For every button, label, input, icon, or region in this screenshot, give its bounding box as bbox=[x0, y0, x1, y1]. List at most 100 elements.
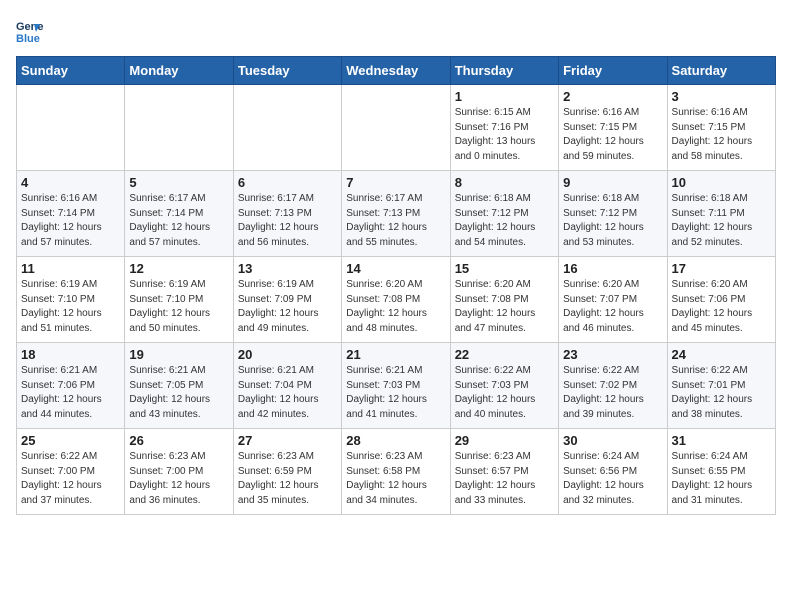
svg-text:General: General bbox=[16, 21, 44, 33]
logo-icon: General Blue bbox=[16, 16, 44, 44]
day-info: Sunrise: 6:19 AM Sunset: 7:10 PM Dayligh… bbox=[21, 278, 120, 336]
page-header: General Blue bbox=[16, 16, 776, 44]
logo: General Blue bbox=[16, 16, 48, 44]
day-info: Sunrise: 6:17 AM Sunset: 7:14 PM Dayligh… bbox=[129, 192, 228, 250]
day-info: Sunrise: 6:23 AM Sunset: 6:59 PM Dayligh… bbox=[238, 450, 337, 508]
header-day: Monday bbox=[125, 57, 233, 85]
calendar-table: SundayMondayTuesdayWednesdayThursdayFrid… bbox=[16, 56, 776, 515]
day-number: 21 bbox=[346, 347, 445, 362]
day-number: 9 bbox=[563, 175, 662, 190]
day-number: 1 bbox=[455, 89, 554, 104]
day-number: 20 bbox=[238, 347, 337, 362]
day-info: Sunrise: 6:23 AM Sunset: 6:58 PM Dayligh… bbox=[346, 450, 445, 508]
day-number: 29 bbox=[455, 433, 554, 448]
day-number: 31 bbox=[672, 433, 771, 448]
header-day: Thursday bbox=[450, 57, 558, 85]
day-number: 8 bbox=[455, 175, 554, 190]
calendar-cell: 24 Sunrise: 6:22 AM Sunset: 7:01 PM Dayli… bbox=[667, 343, 775, 429]
day-info: Sunrise: 6:20 AM Sunset: 7:08 PM Dayligh… bbox=[346, 278, 445, 336]
calendar-cell: 19 Sunrise: 6:21 AM Sunset: 7:05 PM Dayli… bbox=[125, 343, 233, 429]
day-number: 26 bbox=[129, 433, 228, 448]
calendar-cell: 10Sunrise: 6:18 AM Sunset: 7:11 PM Dayli… bbox=[667, 171, 775, 257]
calendar-cell: 3Sunrise: 6:16 AM Sunset: 7:15 PM Daylig… bbox=[667, 85, 775, 171]
day-info: Sunrise: 6:15 AM Sunset: 7:16 PM Dayligh… bbox=[455, 106, 554, 164]
day-info: Sunrise: 6:22 AM Sunset: 7:00 PM Dayligh… bbox=[21, 450, 120, 508]
day-info: Sunrise: 6:19 AM Sunset: 7:09 PM Dayligh… bbox=[238, 278, 337, 336]
day-number: 23 bbox=[563, 347, 662, 362]
day-number: 2 bbox=[563, 89, 662, 104]
calendar-cell: 28 Sunrise: 6:23 AM Sunset: 6:58 PM Dayli… bbox=[342, 429, 450, 515]
calendar-week-row: 4 Sunrise: 6:16 AM Sunset: 7:14 PM Daylig… bbox=[17, 171, 776, 257]
calendar-cell bbox=[17, 85, 125, 171]
day-number: 16 bbox=[563, 261, 662, 276]
day-info: Sunrise: 6:22 AM Sunset: 7:03 PM Dayligh… bbox=[455, 364, 554, 422]
day-number: 4 bbox=[21, 175, 120, 190]
calendar-cell: 16Sunrise: 6:20 AM Sunset: 7:07 PM Dayli… bbox=[559, 257, 667, 343]
day-info: Sunrise: 6:17 AM Sunset: 7:13 PM Dayligh… bbox=[238, 192, 337, 250]
day-info: Sunrise: 6:18 AM Sunset: 7:12 PM Dayligh… bbox=[455, 192, 554, 250]
calendar-cell: 5 Sunrise: 6:17 AM Sunset: 7:14 PM Daylig… bbox=[125, 171, 233, 257]
calendar-cell: 14 Sunrise: 6:20 AM Sunset: 7:08 PM Dayli… bbox=[342, 257, 450, 343]
calendar-cell: 27 Sunrise: 6:23 AM Sunset: 6:59 PM Dayli… bbox=[233, 429, 341, 515]
day-number: 10 bbox=[672, 175, 771, 190]
calendar-week-row: 11 Sunrise: 6:19 AM Sunset: 7:10 PM Dayli… bbox=[17, 257, 776, 343]
calendar-week-row: 1 Sunrise: 6:15 AM Sunset: 7:16 PM Daylig… bbox=[17, 85, 776, 171]
day-info: Sunrise: 6:22 AM Sunset: 7:01 PM Dayligh… bbox=[672, 364, 771, 422]
svg-text:Blue: Blue bbox=[16, 33, 40, 44]
day-number: 5 bbox=[129, 175, 228, 190]
calendar-cell bbox=[233, 85, 341, 171]
calendar-cell bbox=[125, 85, 233, 171]
day-number: 30 bbox=[563, 433, 662, 448]
day-info: Sunrise: 6:16 AM Sunset: 7:15 PM Dayligh… bbox=[563, 106, 662, 164]
calendar-cell bbox=[342, 85, 450, 171]
header-day: Wednesday bbox=[342, 57, 450, 85]
day-number: 17 bbox=[672, 261, 771, 276]
calendar-cell: 8 Sunrise: 6:18 AM Sunset: 7:12 PM Daylig… bbox=[450, 171, 558, 257]
day-info: Sunrise: 6:17 AM Sunset: 7:13 PM Dayligh… bbox=[346, 192, 445, 250]
calendar-cell: 1 Sunrise: 6:15 AM Sunset: 7:16 PM Daylig… bbox=[450, 85, 558, 171]
day-number: 19 bbox=[129, 347, 228, 362]
day-number: 18 bbox=[21, 347, 120, 362]
day-info: Sunrise: 6:18 AM Sunset: 7:12 PM Dayligh… bbox=[563, 192, 662, 250]
calendar-cell: 6 Sunrise: 6:17 AM Sunset: 7:13 PM Daylig… bbox=[233, 171, 341, 257]
header-row: SundayMondayTuesdayWednesdayThursdayFrid… bbox=[17, 57, 776, 85]
day-number: 11 bbox=[21, 261, 120, 276]
day-number: 7 bbox=[346, 175, 445, 190]
day-info: Sunrise: 6:21 AM Sunset: 7:03 PM Dayligh… bbox=[346, 364, 445, 422]
calendar-cell: 29 Sunrise: 6:23 AM Sunset: 6:57 PM Dayli… bbox=[450, 429, 558, 515]
header-day: Saturday bbox=[667, 57, 775, 85]
header-day: Tuesday bbox=[233, 57, 341, 85]
day-number: 28 bbox=[346, 433, 445, 448]
day-number: 24 bbox=[672, 347, 771, 362]
calendar-cell: 31 Sunrise: 6:24 AM Sunset: 6:55 PM Dayli… bbox=[667, 429, 775, 515]
calendar-cell: 30 Sunrise: 6:24 AM Sunset: 6:56 PM Dayli… bbox=[559, 429, 667, 515]
day-info: Sunrise: 6:24 AM Sunset: 6:56 PM Dayligh… bbox=[563, 450, 662, 508]
day-info: Sunrise: 6:24 AM Sunset: 6:55 PM Dayligh… bbox=[672, 450, 771, 508]
calendar-cell: 7 Sunrise: 6:17 AM Sunset: 7:13 PM Daylig… bbox=[342, 171, 450, 257]
day-number: 13 bbox=[238, 261, 337, 276]
day-info: Sunrise: 6:21 AM Sunset: 7:06 PM Dayligh… bbox=[21, 364, 120, 422]
calendar-cell: 15Sunrise: 6:20 AM Sunset: 7:08 PM Dayli… bbox=[450, 257, 558, 343]
day-info: Sunrise: 6:20 AM Sunset: 7:06 PM Dayligh… bbox=[672, 278, 771, 336]
day-number: 27 bbox=[238, 433, 337, 448]
calendar-cell: 2 Sunrise: 6:16 AM Sunset: 7:15 PM Daylig… bbox=[559, 85, 667, 171]
day-number: 6 bbox=[238, 175, 337, 190]
calendar-cell: 11 Sunrise: 6:19 AM Sunset: 7:10 PM Dayli… bbox=[17, 257, 125, 343]
day-info: Sunrise: 6:16 AM Sunset: 7:14 PM Dayligh… bbox=[21, 192, 120, 250]
day-number: 15 bbox=[455, 261, 554, 276]
calendar-cell: 13 Sunrise: 6:19 AM Sunset: 7:09 PM Dayli… bbox=[233, 257, 341, 343]
calendar-cell: 20 Sunrise: 6:21 AM Sunset: 7:04 PM Dayli… bbox=[233, 343, 341, 429]
day-number: 14 bbox=[346, 261, 445, 276]
header-day: Friday bbox=[559, 57, 667, 85]
header-day: Sunday bbox=[17, 57, 125, 85]
day-number: 12 bbox=[129, 261, 228, 276]
calendar-cell: 12 Sunrise: 6:19 AM Sunset: 7:10 PM Dayli… bbox=[125, 257, 233, 343]
calendar-cell: 23Sunrise: 6:22 AM Sunset: 7:02 PM Dayli… bbox=[559, 343, 667, 429]
day-info: Sunrise: 6:23 AM Sunset: 6:57 PM Dayligh… bbox=[455, 450, 554, 508]
day-info: Sunrise: 6:19 AM Sunset: 7:10 PM Dayligh… bbox=[129, 278, 228, 336]
calendar-header: SundayMondayTuesdayWednesdayThursdayFrid… bbox=[17, 57, 776, 85]
calendar-cell: 18 Sunrise: 6:21 AM Sunset: 7:06 PM Dayli… bbox=[17, 343, 125, 429]
calendar-cell: 26Sunrise: 6:23 AM Sunset: 7:00 PM Dayli… bbox=[125, 429, 233, 515]
day-info: Sunrise: 6:21 AM Sunset: 7:05 PM Dayligh… bbox=[129, 364, 228, 422]
day-info: Sunrise: 6:21 AM Sunset: 7:04 PM Dayligh… bbox=[238, 364, 337, 422]
